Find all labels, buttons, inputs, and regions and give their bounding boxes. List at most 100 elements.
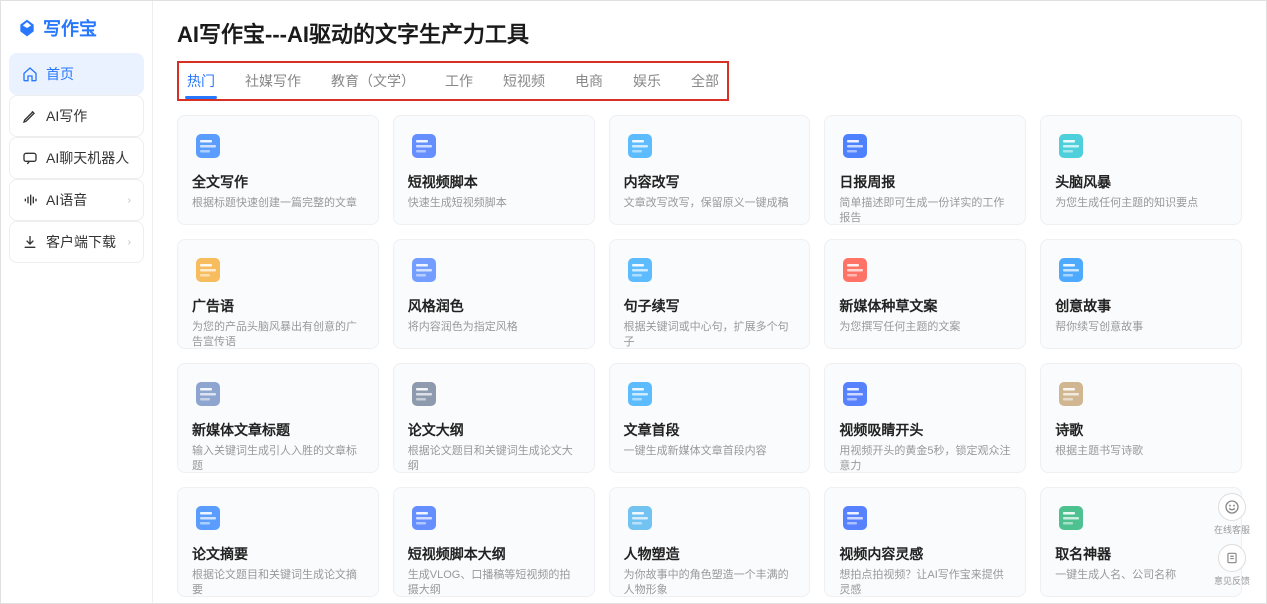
card-desc: 想拍点拍视频？让AI写作宝来提供灵感 <box>839 568 1011 599</box>
card-desc: 为你故事中的角色塑造一个丰满的人物形象 <box>624 568 796 599</box>
card-title: 短视频脚本大纲 <box>408 544 580 564</box>
card-desc: 一键生成新媒体文章首段内容 <box>624 444 796 459</box>
card-icon <box>1055 502 1087 534</box>
card-title: 视频内容灵感 <box>839 544 1011 564</box>
sidebar: 写作宝 首页 AI写作 AI聊天机器人 AI语音 › 客户端下载 › <box>1 1 153 603</box>
card-desc: 根据论文题目和关键词生成论文摘要 <box>192 568 364 599</box>
tab-6[interactable]: 娱乐 <box>631 67 663 95</box>
template-card-0[interactable]: 全文写作根据标题快速创建一篇完整的文章 <box>177 115 379 225</box>
tab-2[interactable]: 教育（文学） <box>329 67 417 95</box>
card-desc: 为您的产品头脑风暴出有创意的广告宣传语 <box>192 320 364 351</box>
sidebar-item-1[interactable]: AI写作 <box>9 95 144 137</box>
card-desc: 一键生成人名、公司名称 <box>1055 568 1227 583</box>
template-card-8[interactable]: 新媒体种草文案为您撰写任何主题的文案 <box>824 239 1026 349</box>
card-title: 句子续写 <box>624 296 796 316</box>
tab-4[interactable]: 短视频 <box>501 67 547 95</box>
feedback-button[interactable]: 意见反馈 <box>1214 544 1250 587</box>
smile-icon <box>1218 493 1246 521</box>
card-icon <box>408 502 440 534</box>
card-title: 全文写作 <box>192 172 364 192</box>
template-card-4[interactable]: 头脑风暴为您生成任何主题的知识要点 <box>1040 115 1242 225</box>
card-title: 视频吸睛开头 <box>839 420 1011 440</box>
card-icon <box>408 254 440 286</box>
card-title: 取名神器 <box>1055 544 1227 564</box>
card-title: 新媒体文章标题 <box>192 420 364 440</box>
card-title: 短视频脚本 <box>408 172 580 192</box>
online-service-button[interactable]: 在线客服 <box>1214 493 1250 536</box>
feedback-label: 意见反馈 <box>1214 574 1250 587</box>
template-card-18[interactable]: 视频内容灵感想拍点拍视频？让AI写作宝来提供灵感 <box>824 487 1026 597</box>
template-card-16[interactable]: 短视频脚本大纲生成VLOG、口播稿等短视频的拍摄大纲 <box>393 487 595 597</box>
pencil-icon <box>22 108 38 124</box>
sidebar-item-label: 客户端下载 <box>46 232 116 252</box>
template-card-19[interactable]: 取名神器一键生成人名、公司名称 <box>1040 487 1242 597</box>
template-card-10[interactable]: 新媒体文章标题输入关键词生成引人入胜的文章标题 <box>177 363 379 473</box>
template-card-14[interactable]: 诗歌根据主题书写诗歌 <box>1040 363 1242 473</box>
sidebar-item-2[interactable]: AI聊天机器人 <box>9 137 144 179</box>
card-desc: 文章改写改写，保留原义一键成稿 <box>624 196 796 211</box>
template-card-6[interactable]: 风格润色将内容润色为指定风格 <box>393 239 595 349</box>
card-desc: 简单描述即可生成一份详实的工作报告 <box>839 196 1011 227</box>
template-card-2[interactable]: 内容改写文章改写改写，保留原义一键成稿 <box>609 115 811 225</box>
card-icon <box>192 502 224 534</box>
card-desc: 生成VLOG、口播稿等短视频的拍摄大纲 <box>408 568 580 599</box>
template-card-7[interactable]: 句子续写根据关键词或中心句，扩展多个句子 <box>609 239 811 349</box>
card-icon <box>624 378 656 410</box>
card-icon <box>1055 378 1087 410</box>
card-desc: 根据论文题目和关键词生成论文大纲 <box>408 444 580 475</box>
note-icon <box>1218 544 1246 572</box>
card-desc: 用视频开头的黄金5秒，锁定观众注意力 <box>839 444 1011 475</box>
card-desc: 根据主题书写诗歌 <box>1055 444 1227 459</box>
tab-5[interactable]: 电商 <box>573 67 605 95</box>
template-card-15[interactable]: 论文摘要根据论文题目和关键词生成论文摘要 <box>177 487 379 597</box>
card-desc: 输入关键词生成引人入胜的文章标题 <box>192 444 364 475</box>
service-label: 在线客服 <box>1214 523 1250 536</box>
card-title: 诗歌 <box>1055 420 1227 440</box>
template-card-17[interactable]: 人物塑造为你故事中的角色塑造一个丰满的人物形象 <box>609 487 811 597</box>
page-title: AI写作宝---AI驱动的文字生产力工具 <box>177 17 1242 49</box>
home-icon <box>22 66 38 82</box>
sidebar-item-label: AI聊天机器人 <box>46 148 129 168</box>
sidebar-item-4[interactable]: 客户端下载 › <box>9 221 144 263</box>
download-icon <box>22 234 38 250</box>
card-icon <box>408 130 440 162</box>
card-desc: 将内容润色为指定风格 <box>408 320 580 335</box>
tab-7[interactable]: 全部 <box>689 67 721 95</box>
sidebar-item-3[interactable]: AI语音 › <box>9 179 144 221</box>
card-title: 创意故事 <box>1055 296 1227 316</box>
sidebar-item-label: 首页 <box>46 64 74 84</box>
card-title: 头脑风暴 <box>1055 172 1227 192</box>
card-icon <box>1055 254 1087 286</box>
chevron-right-icon: › <box>128 237 131 248</box>
card-title: 广告语 <box>192 296 364 316</box>
chevron-right-icon: › <box>128 195 131 206</box>
template-card-5[interactable]: 广告语为您的产品头脑风暴出有创意的广告宣传语 <box>177 239 379 349</box>
card-desc: 根据标题快速创建一篇完整的文章 <box>192 196 364 211</box>
card-icon <box>839 254 871 286</box>
tab-3[interactable]: 工作 <box>443 67 475 95</box>
logo-icon <box>17 18 37 38</box>
logo[interactable]: 写作宝 <box>9 9 144 47</box>
card-desc: 根据关键词或中心句，扩展多个句子 <box>624 320 796 351</box>
template-card-9[interactable]: 创意故事帮你续写创意故事 <box>1040 239 1242 349</box>
template-card-3[interactable]: 日报周报简单描述即可生成一份详实的工作报告 <box>824 115 1026 225</box>
cards-grid: 全文写作根据标题快速创建一篇完整的文章短视频脚本快速生成短视频脚本内容改写文章改… <box>177 115 1242 597</box>
sidebar-item-label: AI语音 <box>46 190 87 210</box>
card-title: 日报周报 <box>839 172 1011 192</box>
chat-icon <box>22 150 38 166</box>
template-card-11[interactable]: 论文大纲根据论文题目和关键词生成论文大纲 <box>393 363 595 473</box>
tab-1[interactable]: 社媒写作 <box>243 67 303 95</box>
card-icon <box>624 502 656 534</box>
card-icon <box>192 130 224 162</box>
template-card-12[interactable]: 文章首段一键生成新媒体文章首段内容 <box>609 363 811 473</box>
card-title: 论文摘要 <box>192 544 364 564</box>
template-card-13[interactable]: 视频吸睛开头用视频开头的黄金5秒，锁定观众注意力 <box>824 363 1026 473</box>
sidebar-item-0[interactable]: 首页 <box>9 53 144 95</box>
logo-text: 写作宝 <box>43 15 97 41</box>
template-card-1[interactable]: 短视频脚本快速生成短视频脚本 <box>393 115 595 225</box>
card-title: 风格润色 <box>408 296 580 316</box>
card-desc: 为您生成任何主题的知识要点 <box>1055 196 1227 211</box>
card-icon <box>839 130 871 162</box>
tab-0[interactable]: 热门 <box>185 67 217 95</box>
card-desc: 快速生成短视频脚本 <box>408 196 580 211</box>
